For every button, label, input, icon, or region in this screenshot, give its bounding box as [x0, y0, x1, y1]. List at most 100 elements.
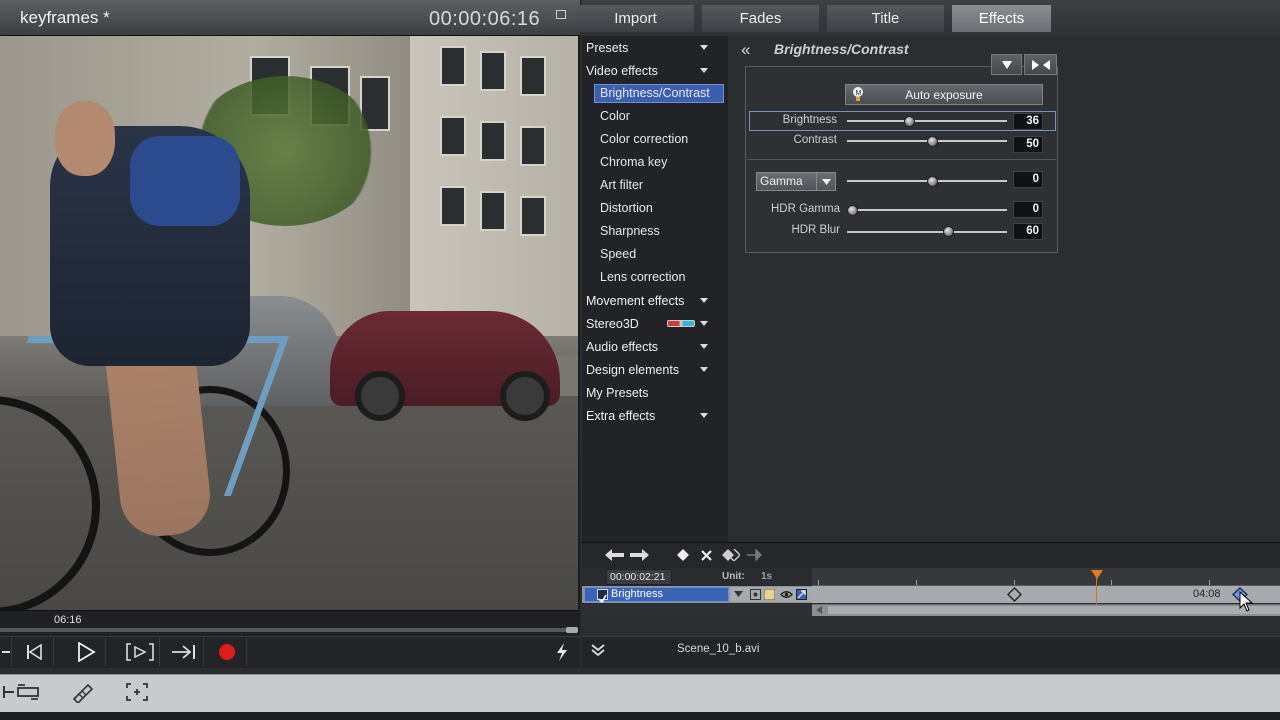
ruler-tick	[1209, 580, 1210, 585]
keyframe-scrollbar-thumb[interactable]	[828, 606, 1280, 614]
tab-title[interactable]: Title	[827, 5, 944, 32]
hdr-gamma-value[interactable]: 0	[1013, 201, 1043, 218]
rider-head	[55, 101, 115, 176]
chevron-down-icon[interactable]	[700, 298, 708, 303]
record-button[interactable]	[207, 638, 247, 666]
contrast-slider-thumb[interactable]	[926, 136, 938, 147]
chevron-down-icon[interactable]	[700, 321, 708, 326]
effect-brightness-contrast[interactable]: Brightness/Contrast	[594, 84, 724, 103]
chevron-down-icon[interactable]	[700, 45, 708, 50]
effect-speed[interactable]: Speed	[600, 247, 636, 261]
effect-chroma-key[interactable]: Chroma key	[600, 155, 667, 169]
tab-fades[interactable]: Fades	[702, 5, 819, 32]
add-keyframe-button[interactable]	[676, 546, 690, 564]
effect-color-correction[interactable]: Color correction	[600, 132, 688, 146]
effect-lens-correction[interactable]: Lens correction	[600, 270, 685, 284]
keyframe-empty-area	[582, 616, 1280, 636]
parameter-checkbox[interactable]	[597, 589, 608, 604]
snapshot-button[interactable]	[122, 680, 152, 704]
keyframe-marker[interactable]	[1007, 587, 1022, 602]
preset-dropdown-button[interactable]	[991, 54, 1022, 75]
hdr-gamma-slider[interactable]	[847, 209, 1007, 211]
params-divider	[747, 159, 1056, 160]
back-icon[interactable]: «	[741, 40, 750, 60]
jump-end-icon	[171, 645, 195, 659]
diamond-icon	[677, 549, 689, 561]
ruler-tick	[1111, 580, 1112, 585]
jump-end-button[interactable]	[164, 638, 204, 666]
eye-icon	[780, 591, 793, 598]
category-presets[interactable]: Presets	[586, 41, 628, 55]
status-filename: Scene_10_b.avi	[677, 643, 760, 655]
brightness-slider[interactable]	[847, 120, 1007, 122]
auto-exposure-button[interactable]: Auto exposure	[845, 84, 1043, 105]
scrub-bar[interactable]	[0, 610, 578, 636]
next-keyframe-icon	[630, 549, 649, 561]
double-chevron-down-icon[interactable]	[590, 642, 608, 660]
category-my-presets[interactable]: My Presets	[586, 386, 649, 400]
building-window	[480, 121, 506, 161]
scrub-handle[interactable]	[566, 627, 578, 633]
bottom-strip	[0, 712, 1280, 720]
step-back-icon	[26, 644, 42, 660]
hdr-blur-slider[interactable]	[847, 231, 1007, 233]
lightning-icon	[557, 643, 567, 661]
video-frame[interactable]	[0, 36, 578, 610]
delete-keyframe-button[interactable]	[699, 546, 713, 564]
hdr-blur-slider-thumb[interactable]	[942, 226, 954, 237]
category-stereo3d[interactable]: Stereo3D	[586, 317, 639, 331]
car-wheel	[500, 371, 550, 421]
lightning-button[interactable]	[548, 638, 576, 666]
scrub-track[interactable]	[0, 628, 578, 632]
chevron-down-icon[interactable]	[700, 413, 708, 418]
chevron-down-icon[interactable]	[700, 344, 708, 349]
scroll-left-icon[interactable]	[815, 606, 823, 614]
ruler-tick	[1014, 580, 1015, 585]
tab-import[interactable]: Import	[577, 5, 694, 32]
paste-keyframe-button[interactable]	[746, 546, 764, 564]
keyframe-jump-icon	[747, 549, 762, 561]
next-keyframe-button[interactable]	[628, 546, 650, 564]
category-video-effects[interactable]: Video effects	[586, 64, 658, 78]
contrast-value[interactable]: 50	[1013, 136, 1043, 153]
step-back-button[interactable]	[14, 638, 54, 666]
building-window	[480, 191, 506, 231]
copy-keyframe-button[interactable]	[722, 546, 740, 564]
brightness-label: Brightness	[782, 114, 837, 126]
effect-art-filter[interactable]: Art filter	[600, 178, 643, 192]
effect-distortion[interactable]: Distortion	[600, 201, 653, 215]
category-audio-effects[interactable]: Audio effects	[586, 340, 658, 354]
effect-color[interactable]: Color	[600, 109, 630, 123]
ruler-tick	[818, 580, 819, 585]
hdr-blur-value[interactable]: 60	[1013, 223, 1043, 240]
unit-value[interactable]: 1s	[761, 571, 772, 582]
prev-keyframe-button[interactable]	[604, 546, 626, 564]
trim-button[interactable]	[13, 680, 43, 704]
gamma-value[interactable]: 0	[1013, 171, 1043, 188]
cut-button[interactable]	[67, 680, 97, 704]
keyframe-timecode[interactable]: 00:00:02:21	[606, 569, 672, 585]
chevron-down-icon[interactable]	[700, 367, 708, 372]
maximize-icon[interactable]	[556, 10, 566, 19]
building-window	[520, 126, 546, 166]
category-design-elements[interactable]: Design elements	[586, 363, 679, 377]
building-window	[440, 186, 466, 226]
chevron-down-icon[interactable]	[816, 172, 836, 191]
hdr-gamma-slider-thumb[interactable]	[846, 205, 858, 216]
play-button[interactable]	[66, 638, 106, 666]
car-wheel	[355, 371, 405, 421]
playhead-marker-icon[interactable]	[1091, 570, 1103, 579]
chevron-down-icon[interactable]	[700, 68, 708, 73]
chevron-down-icon	[734, 591, 743, 597]
category-movement-effects[interactable]: Movement effects	[586, 294, 684, 308]
effect-sharpness[interactable]: Sharpness	[600, 224, 660, 238]
gamma-slider-thumb[interactable]	[926, 176, 938, 187]
reset-button[interactable]	[1024, 54, 1057, 75]
tab-effects[interactable]: Effects	[952, 5, 1051, 32]
category-extra-effects[interactable]: Extra effects	[586, 409, 655, 423]
preview-timecode: 00:00:06:16	[429, 8, 541, 30]
hdr-blur-label: HDR Blur	[791, 224, 840, 236]
rider-bag	[130, 136, 240, 226]
brightness-value[interactable]: 36	[1013, 113, 1043, 130]
play-selection-button[interactable]	[120, 638, 160, 666]
